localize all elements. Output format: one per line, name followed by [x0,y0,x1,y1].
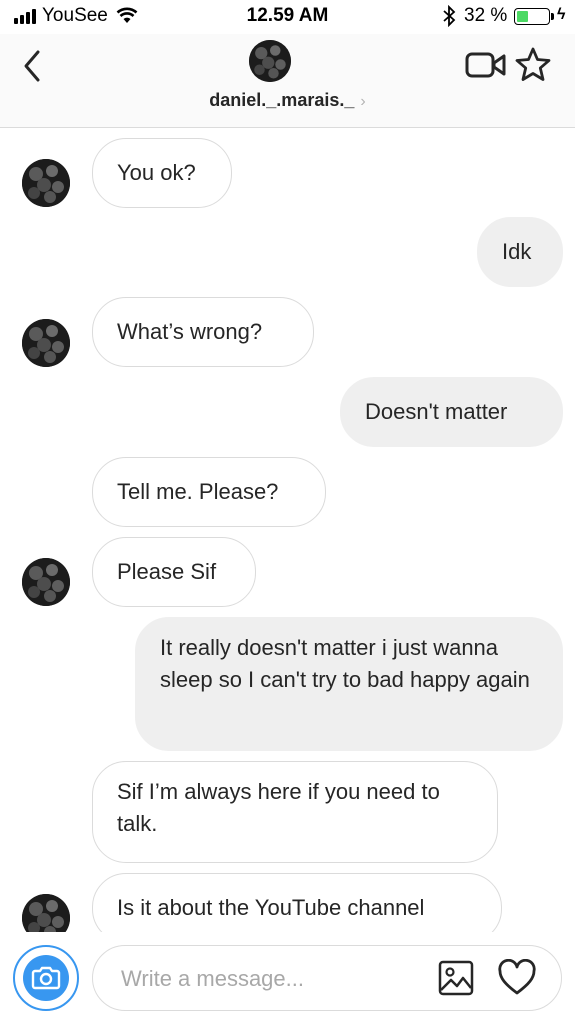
charging-icon: ϟ [557,6,566,23]
message-composer [92,945,562,1011]
video-call-icon[interactable] [464,48,508,82]
outgoing-message[interactable]: Doesn't matter [340,377,563,447]
camera-icon [23,955,69,1001]
camera-button[interactable] [13,945,79,1011]
gallery-icon[interactable] [438,960,474,996]
sender-avatar[interactable] [22,319,70,367]
chevron-right-icon: › [360,93,366,110]
incoming-message[interactable]: What’s wrong? [92,297,314,367]
bluetooth-icon [443,5,456,27]
battery-percent: 32 % [464,5,508,26]
username-text: daniel._.marais._ [209,90,355,110]
battery-icon [514,8,550,25]
outgoing-message[interactable]: It really doesn't matter i just wanna sl… [135,617,563,751]
message-input[interactable] [119,960,423,998]
incoming-message[interactable]: Tell me. Please? [92,457,326,527]
battery-tip [551,13,554,20]
conversation-username[interactable]: daniel._.marais._ › [0,90,575,111]
heart-icon[interactable] [497,959,537,997]
header-avatar[interactable] [249,40,291,82]
sender-avatar[interactable] [22,159,70,207]
outgoing-message[interactable]: Idk [477,217,563,287]
incoming-message[interactable]: Please Sif [92,537,256,607]
status-bar: YouSee 12.59 AM 32 % ϟ [0,0,575,34]
back-chevron-icon[interactable] [18,46,50,86]
sender-avatar[interactable] [22,558,70,606]
incoming-message[interactable]: Sif I’m always here if you need to talk. [92,761,498,863]
incoming-message[interactable]: You ok? [92,138,232,208]
star-icon[interactable] [514,46,552,84]
conversation-header: daniel._.marais._ › [0,34,575,128]
